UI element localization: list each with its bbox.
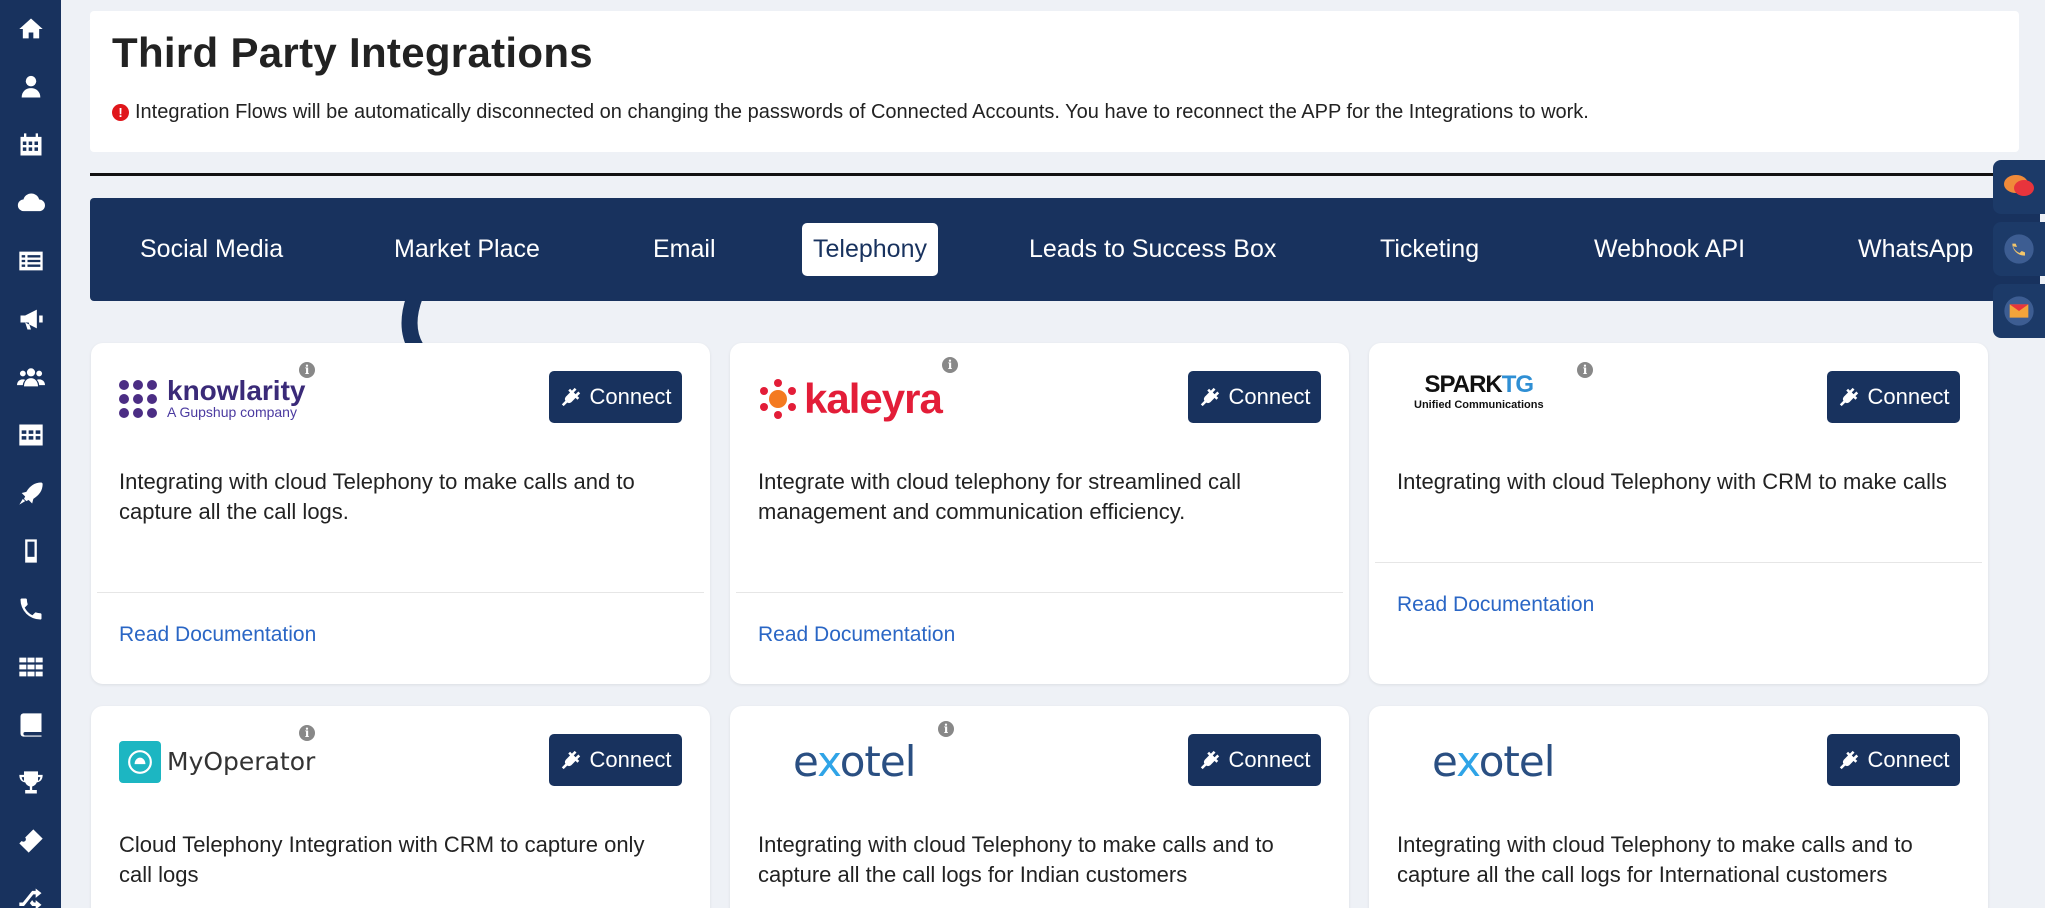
sidebar	[0, 0, 61, 908]
mail-icon	[2004, 296, 2034, 326]
exotel-logo: exotel	[1432, 737, 1555, 786]
page-title: Third Party Integrations	[112, 29, 593, 76]
sidebar-item-campaigns[interactable]	[0, 290, 61, 348]
mobile-icon	[24, 539, 37, 563]
sidebar-item-library[interactable]	[0, 696, 61, 754]
read-documentation-link[interactable]: Read Documentation	[1397, 593, 1594, 617]
sidebar-item-calls[interactable]	[0, 580, 61, 638]
connect-button[interactable]: Connect	[1188, 371, 1321, 423]
sidebar-item-apps[interactable]	[0, 638, 61, 696]
plug-icon	[1839, 750, 1858, 770]
trophy-icon	[18, 771, 43, 794]
plug-icon	[561, 387, 580, 407]
table-icon	[18, 424, 43, 446]
exclamation-icon: !	[112, 104, 129, 121]
tab-ticketing[interactable]: Ticketing	[1380, 198, 1479, 301]
phone-call-icon	[2004, 234, 2034, 264]
info-icon[interactable]: i	[1577, 362, 1593, 378]
plug-icon	[561, 750, 580, 770]
integration-card-myoperator: MyOperator i Connect Cloud Telephony Int…	[91, 706, 710, 908]
sidebar-item-mobile[interactable]	[0, 522, 61, 580]
info-icon[interactable]: i	[299, 725, 315, 741]
integration-tabs: Social Media Market Place Email Telephon…	[90, 198, 2040, 301]
info-icon[interactable]: i	[942, 357, 958, 373]
book-icon	[20, 713, 41, 737]
card-description: Integrating with cloud Telephony to make…	[1397, 832, 1913, 887]
tab-market-place[interactable]: Market Place	[394, 198, 540, 301]
sidebar-item-workflows[interactable]	[0, 870, 61, 908]
integration-card-knowlarity: knowlarity A Gupshup company i Connect I…	[91, 343, 710, 684]
grid-icon	[18, 657, 43, 677]
card-divider	[736, 592, 1343, 593]
calendar-icon	[20, 133, 41, 156]
shuffle-icon	[18, 888, 41, 908]
tab-social-media[interactable]: Social Media	[140, 198, 283, 301]
ticket-icon	[18, 829, 43, 853]
sidebar-item-list[interactable]	[0, 232, 61, 290]
users-icon	[16, 368, 45, 387]
call-widget-button[interactable]	[1993, 222, 2045, 276]
kaleyra-logo: kaleyra	[758, 371, 943, 426]
kaleyra-mark-icon	[760, 378, 796, 419]
tab-leads-to-success-box[interactable]: Leads to Success Box	[1029, 198, 1276, 301]
page-header: Third Party Integrations ! Integration F…	[90, 11, 2019, 152]
sidebar-item-cloud[interactable]	[0, 174, 61, 232]
integration-card-kaleyra: kaleyra i Connect Integrate with cloud t…	[730, 343, 1349, 684]
cloud-icon	[17, 193, 45, 212]
card-divider	[1375, 562, 1982, 563]
warning-text: Integration Flows will be automatically …	[135, 101, 1589, 123]
warning-banner: ! Integration Flows will be automaticall…	[112, 101, 1589, 124]
list-icon	[18, 251, 43, 271]
card-description: Integrating with cloud Telephony to make…	[119, 469, 635, 524]
connect-button[interactable]: Connect	[549, 371, 682, 423]
phone-dial-icon	[119, 740, 161, 783]
sidebar-item-launch[interactable]	[0, 464, 61, 522]
card-description: Integrating with cloud Telephony to make…	[758, 832, 1274, 887]
connect-button[interactable]: Connect	[1188, 734, 1321, 786]
integration-card-exotel-international: exotel Connect Integrating with cloud Te…	[1369, 706, 1988, 908]
phone-icon	[20, 598, 41, 620]
megaphone-icon	[20, 309, 43, 330]
sidebar-item-home[interactable]	[0, 0, 61, 58]
exotel-logo: exotel	[793, 737, 916, 786]
card-divider	[97, 592, 704, 593]
sidebar-item-table[interactable]	[0, 406, 61, 464]
info-icon[interactable]: i	[938, 721, 954, 737]
card-description: Integrating with cloud Telephony with CR…	[1397, 469, 1947, 494]
tab-email[interactable]: Email	[653, 198, 716, 301]
sidebar-item-rewards[interactable]	[0, 754, 61, 812]
plug-icon	[1200, 387, 1219, 407]
rocket-icon	[18, 482, 43, 505]
integration-card-sparktg: SPARKTG Unified Communications i Connect…	[1369, 343, 1988, 684]
tab-telephony[interactable]: Telephony	[802, 198, 938, 301]
tab-whatsapp[interactable]: WhatsApp	[1858, 198, 1973, 301]
tab-webhook-api[interactable]: Webhook API	[1594, 198, 1745, 301]
chat-bubble-icon	[2004, 175, 2034, 196]
connect-button[interactable]: Connect	[549, 734, 682, 786]
home-icon	[18, 18, 43, 39]
plug-icon	[1839, 387, 1858, 407]
connect-button[interactable]: Connect	[1827, 371, 1960, 423]
plug-icon	[1200, 750, 1219, 770]
read-documentation-link[interactable]: Read Documentation	[758, 623, 955, 647]
knowlarity-logo: knowlarity A Gupshup company	[119, 371, 305, 426]
myoperator-logo: MyOperator	[119, 734, 315, 789]
section-divider	[90, 173, 2029, 176]
card-description: Cloud Telephony Integration with CRM to …	[119, 832, 645, 887]
chat-widget-button[interactable]	[1993, 160, 2045, 214]
integration-card-exotel-india: exotel i Connect Integrating with cloud …	[730, 706, 1349, 908]
card-description: Integrate with cloud telephony for strea…	[758, 469, 1242, 524]
user-icon	[21, 75, 40, 98]
sidebar-item-profile[interactable]	[0, 58, 61, 116]
sparktg-logo: SPARKTG Unified Communications	[1414, 371, 1544, 411]
mail-widget-button[interactable]	[1993, 284, 2045, 338]
info-icon[interactable]: i	[299, 362, 315, 378]
read-documentation-link[interactable]: Read Documentation	[119, 623, 316, 647]
sidebar-item-team[interactable]	[0, 348, 61, 406]
sidebar-item-tickets[interactable]	[0, 812, 61, 870]
sidebar-item-calendar[interactable]	[0, 116, 61, 174]
connect-button[interactable]: Connect	[1827, 734, 1960, 786]
